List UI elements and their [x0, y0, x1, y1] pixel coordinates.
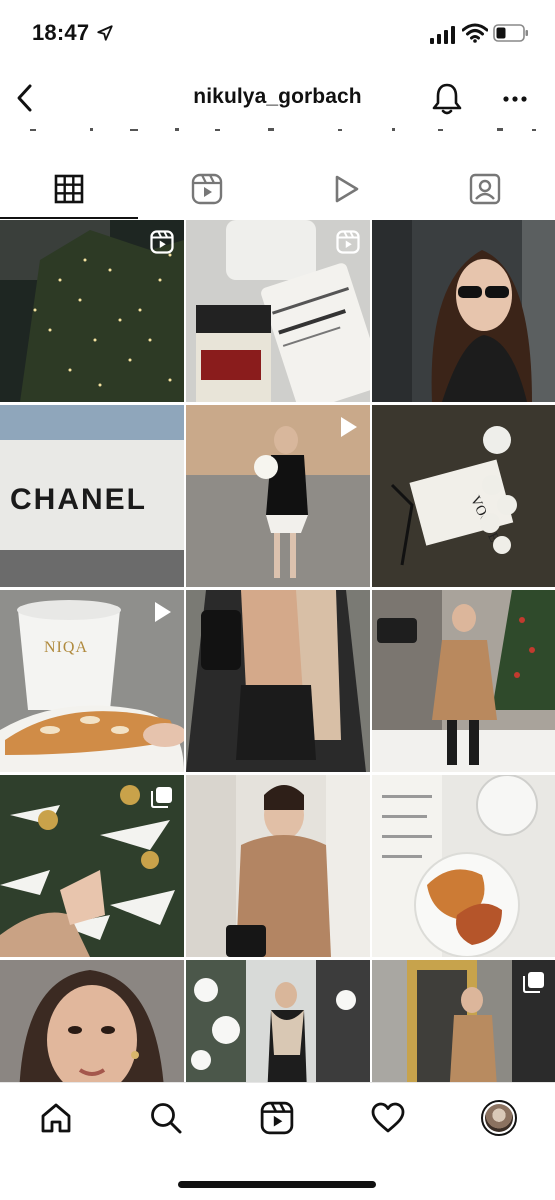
- person-tag-icon: [469, 173, 501, 205]
- post-thumbnail-woman-on-snowy-terrace[interactable]: [372, 590, 555, 772]
- post-thumbnail-leather-jacket-outfit[interactable]: [186, 590, 370, 772]
- tab-tagged[interactable]: [416, 160, 554, 218]
- tab-posts-grid[interactable]: [0, 160, 138, 219]
- nav-profile-button[interactable]: [471, 1095, 527, 1141]
- more-options-button[interactable]: [496, 79, 534, 119]
- post-thumbnail-storefront-sign[interactable]: CHANEL: [0, 405, 184, 587]
- search-icon: [151, 1103, 182, 1134]
- reels-badge-icon: [336, 230, 360, 259]
- post-thumbnail-skincare-products[interactable]: [186, 220, 370, 402]
- more-icon: [503, 96, 527, 102]
- status-bar: 18:47: [0, 0, 555, 70]
- post-thumbnail-christmas-tree-hand[interactable]: [0, 775, 184, 957]
- profile-header: nikulya_gorbach: [0, 75, 555, 121]
- profile-username: nikulya_gorbach: [193, 85, 362, 108]
- heart-icon: [371, 1102, 405, 1133]
- cup-logo-text: NIQA: [44, 639, 88, 656]
- post-thumbnail-selfie-portrait[interactable]: [0, 960, 184, 1082]
- multi-photo-badge-icon: [522, 970, 546, 999]
- status-time: 18:47: [32, 20, 90, 45]
- storefront-sign-text: CHANEL: [10, 483, 147, 516]
- play-badge-icon: [150, 600, 174, 629]
- bottom-navigation: [0, 1082, 555, 1200]
- post-thumbnail-woman-snowy-street[interactable]: [186, 960, 370, 1082]
- nav-activity-button[interactable]: [360, 1095, 416, 1141]
- home-indicator: [178, 1181, 376, 1188]
- tab-videos[interactable]: [277, 160, 415, 218]
- post-thumbnail-woman-teddy-coat[interactable]: [186, 775, 370, 957]
- post-thumbnail-bouquet-and-magazine[interactable]: VOGUE: [372, 405, 555, 587]
- post-thumbnail-coffee-and-croissant[interactable]: NIQA: [0, 590, 184, 772]
- home-icon: [41, 1103, 71, 1133]
- wifi-icon: [461, 23, 489, 48]
- nav-search-button[interactable]: [138, 1095, 194, 1141]
- multi-photo-badge-icon: [150, 785, 174, 814]
- scrolled-content-edge: [30, 128, 536, 131]
- play-icon: [335, 175, 359, 203]
- reels-icon: [191, 173, 223, 205]
- avatar-image: [485, 1104, 513, 1132]
- notifications-button[interactable]: [428, 79, 466, 119]
- profile-avatar: [481, 1100, 517, 1136]
- post-thumbnail-woman-walking-with-flowers[interactable]: [186, 405, 370, 587]
- profile-tabs: [0, 160, 555, 220]
- post-thumbnail-woman-by-storefront[interactable]: [372, 960, 555, 1082]
- reels-badge-icon: [150, 230, 174, 259]
- tab-reels[interactable]: [138, 160, 276, 218]
- reels-icon: [260, 1101, 294, 1135]
- location-arrow-icon: [96, 24, 114, 47]
- nav-reels-button[interactable]: [249, 1095, 305, 1141]
- post-thumbnail-woman-sunglasses-portrait[interactable]: [372, 220, 555, 402]
- signal-icon: [430, 26, 456, 49]
- nav-home-button[interactable]: [28, 1095, 84, 1141]
- battery-icon: [493, 24, 529, 47]
- post-thumbnail-breakfast-croissants[interactable]: [372, 775, 555, 957]
- grid-icon: [54, 174, 84, 204]
- post-thumbnail-illuminated-trees-night[interactable]: [0, 220, 184, 402]
- play-badge-icon: [336, 415, 360, 444]
- posts-grid: CHANEL VOGUE: [0, 220, 555, 1082]
- bell-icon: [432, 83, 462, 115]
